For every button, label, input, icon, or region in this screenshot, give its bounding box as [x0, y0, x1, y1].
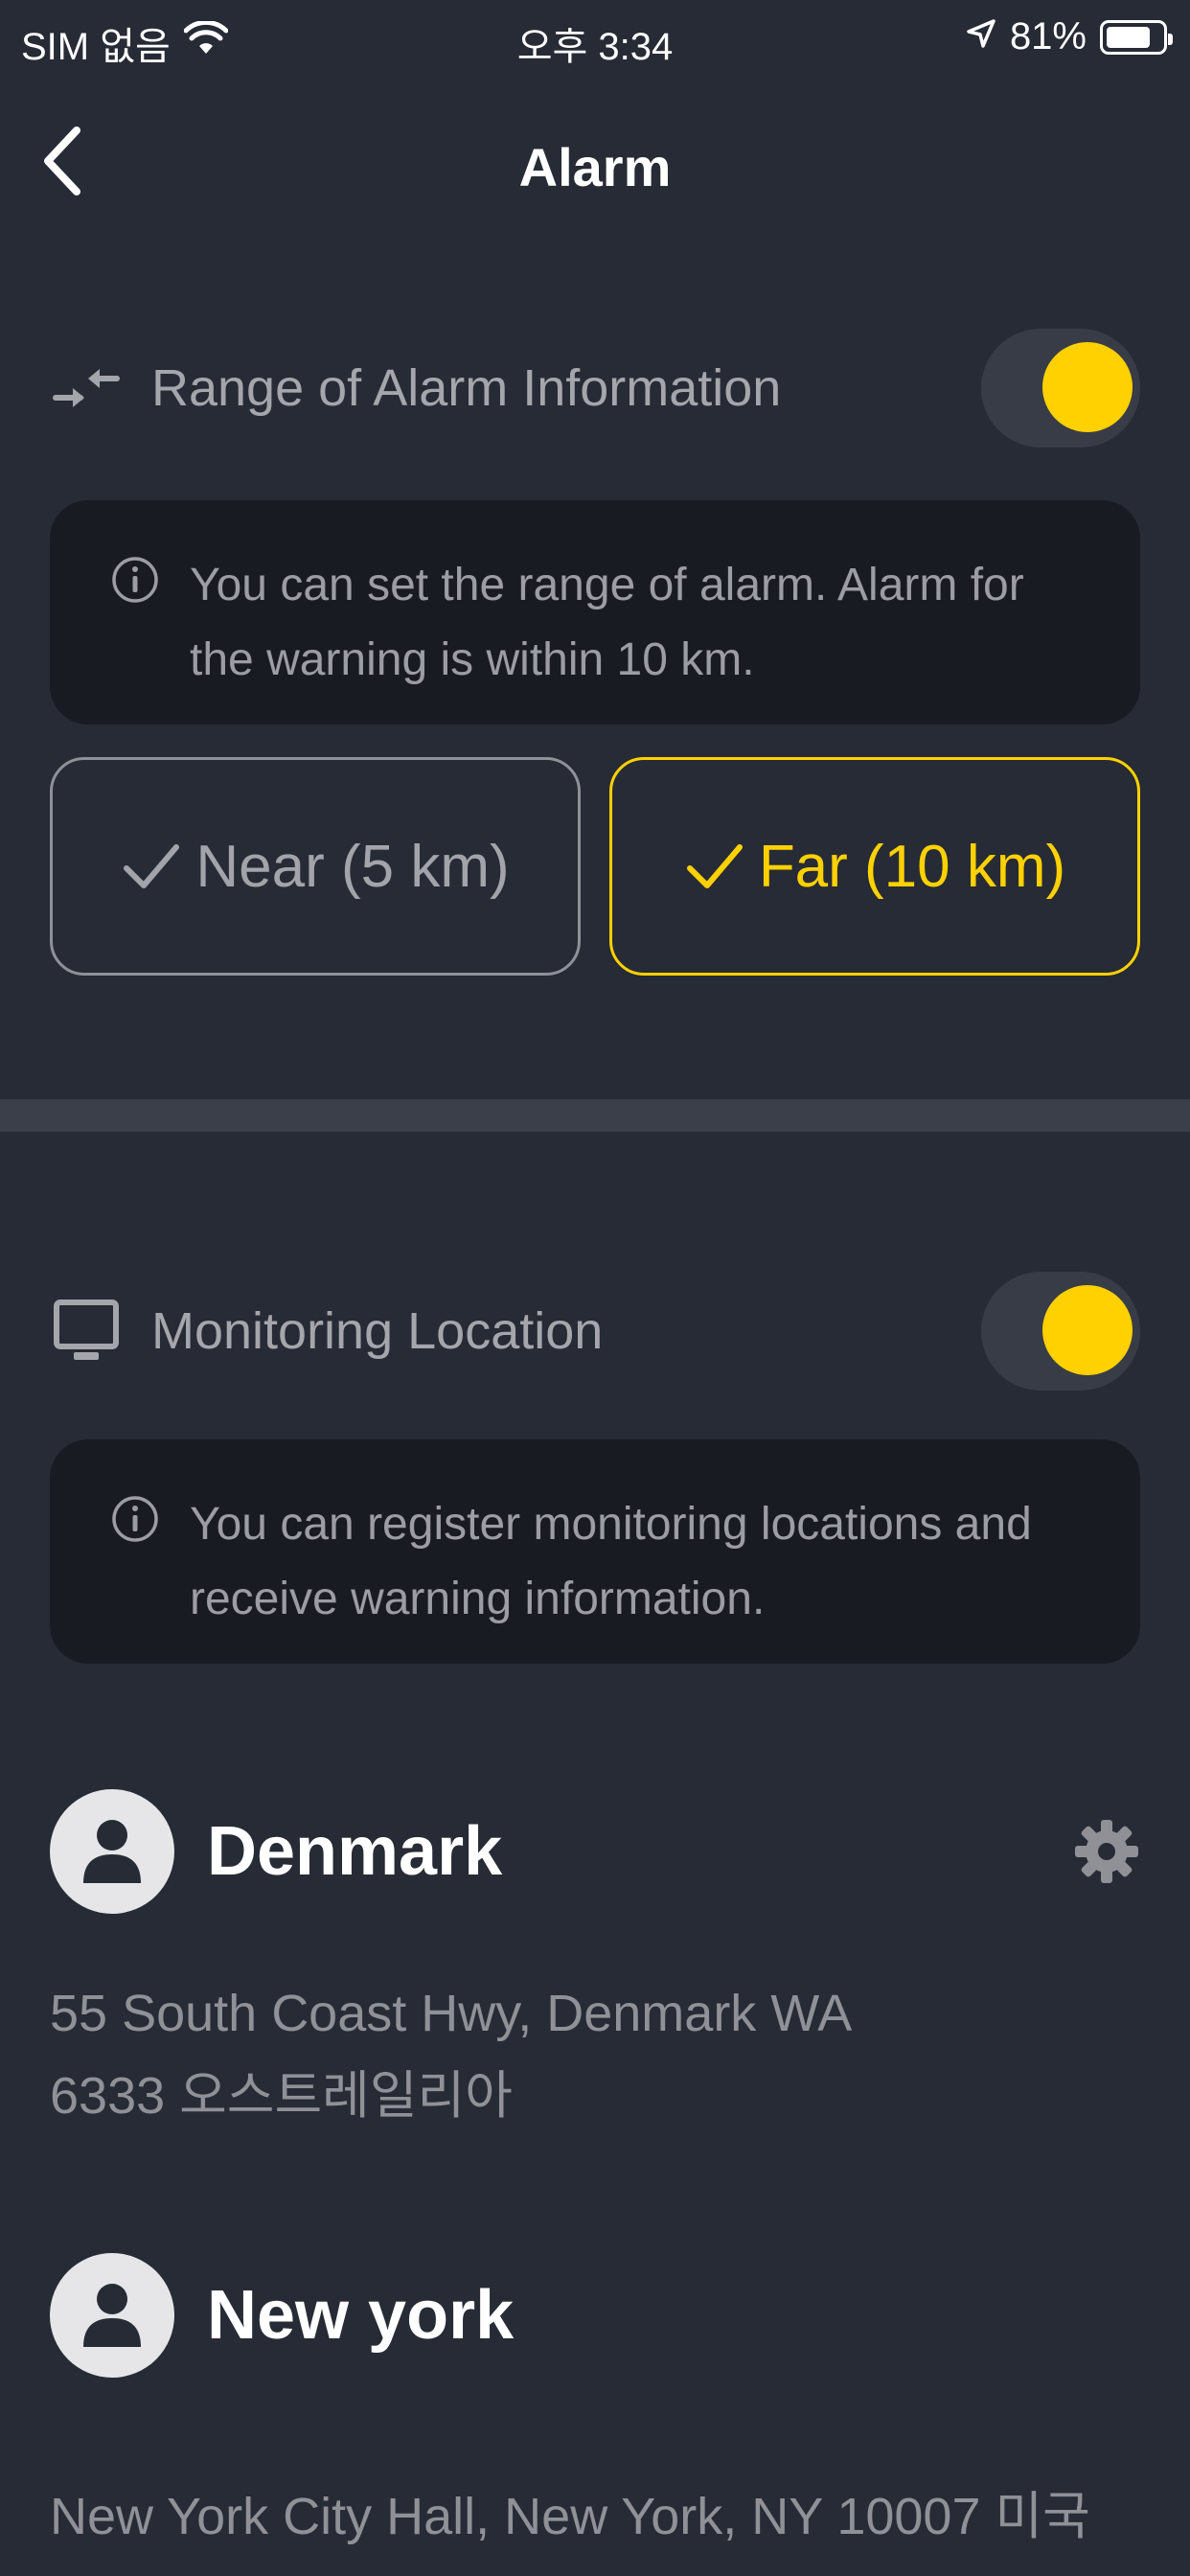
address-line: New York City Hall, New York, NY 10007 미…: [50, 2488, 1090, 2545]
checkmark-icon: [686, 844, 743, 888]
info-icon: [112, 1496, 158, 1542]
gear-icon: [1075, 1820, 1138, 1883]
range-options: Near (5 km) Far (10 km): [50, 757, 1140, 976]
location-name: Denmark: [207, 1813, 503, 1890]
range-toggle[interactable]: [981, 329, 1140, 448]
address-line: 6333 오스트레일리아: [50, 2067, 513, 2125]
location-name: New york: [207, 2277, 515, 2354]
range-setting-label: Range of Alarm Information: [151, 359, 782, 417]
location-settings-button[interactable]: [1073, 1818, 1140, 1885]
checkmark-icon: [124, 844, 180, 888]
battery-icon: [1100, 19, 1173, 55]
monitoring-info-text: You can register monitoring locations an…: [190, 1499, 1032, 1624]
user-icon: [83, 2284, 141, 2347]
user-icon: [83, 1820, 141, 1883]
monitoring-toggle-knob: [1042, 1285, 1133, 1375]
monitor-icon: [50, 1295, 123, 1368]
far-option-button[interactable]: Far (10 km): [609, 757, 1140, 976]
range-info-box: You can set the range of alarm. Alarm fo…: [50, 500, 1140, 724]
monitoring-toggle[interactable]: [981, 1272, 1140, 1391]
far-option-label: Far (10 km): [758, 833, 1066, 900]
location-item-denmark[interactable]: Denmark: [50, 1788, 1140, 1915]
range-setting-row: Range of Alarm Information: [50, 326, 1140, 450]
avatar: [50, 1789, 174, 1914]
monitoring-setting-label: Monitoring Location: [151, 1302, 604, 1360]
location-address: New York City Hall, New York, NY 10007 미…: [50, 2475, 1142, 2558]
location-arrow-icon: [966, 15, 996, 58]
location-item-new-york[interactable]: New york: [50, 2252, 1140, 2379]
alarm-screen: SIM 없음 오후 3:34 81% Alarm Range of Alarm …: [0, 0, 1190, 2576]
info-icon: [112, 557, 158, 603]
monitoring-info-box: You can register monitoring locations an…: [50, 1439, 1140, 1664]
page-title: Alarm: [518, 137, 672, 197]
near-option-button[interactable]: Near (5 km): [50, 757, 581, 976]
address-line: 55 South Coast Hwy, Denmark WA: [50, 1985, 853, 2042]
status-right: 81%: [966, 15, 1173, 58]
range-toggle-knob: [1042, 342, 1133, 432]
nav-header: Alarm: [0, 105, 1190, 220]
battery-percent: 81%: [1009, 15, 1087, 58]
location-address: 55 South Coast Hwy, Denmark WA 6333 오스트레…: [50, 1972, 1142, 2137]
avatar: [50, 2253, 174, 2378]
battery-level-fill: [1107, 26, 1150, 48]
arrows-compress-icon: [50, 352, 123, 425]
monitoring-setting-row: Monitoring Location: [50, 1269, 1140, 1393]
section-divider: [0, 1099, 1190, 1132]
status-bar: SIM 없음 오후 3:34 81%: [0, 0, 1190, 80]
range-info-text: You can set the range of alarm. Alarm fo…: [190, 560, 1024, 685]
near-option-label: Near (5 km): [195, 833, 510, 900]
